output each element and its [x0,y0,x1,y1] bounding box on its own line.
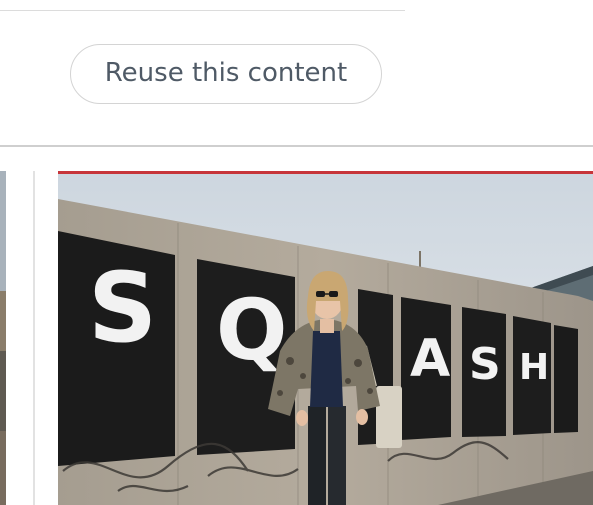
poster-letter-q: Q [216,281,287,379]
poster-letter-s: S [88,252,157,364]
section-divider [0,145,593,147]
article-photo[interactable]: S Q A S H [58,171,593,505]
column-divider [33,171,35,505]
image-thumbnail-icon [0,171,6,505]
poster-letter-h: H [519,347,549,388]
previous-image-thumbnail[interactable] [0,171,6,505]
photo-accent-bar [58,171,593,174]
poster-letter-s2: S [469,339,501,390]
page: Reuse this content S Q A S H [0,0,593,505]
poster-letter-a: A [410,329,450,389]
top-divider [0,10,405,11]
reuse-this-content-button[interactable]: Reuse this content [70,44,382,104]
photo-image-icon: S Q A S H [58,171,593,505]
